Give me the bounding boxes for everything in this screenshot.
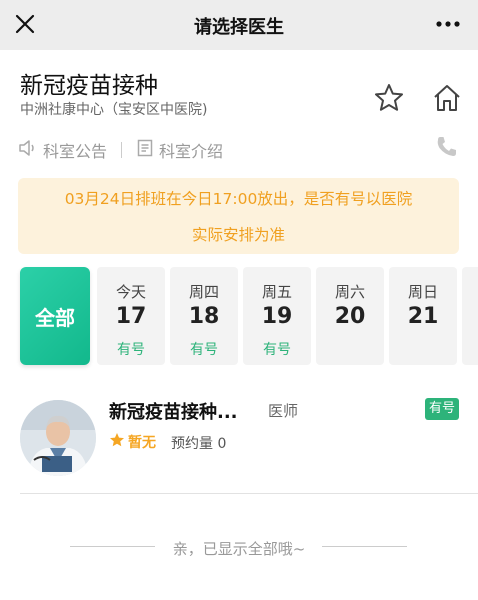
page-title: 请选择医生 xyxy=(194,17,284,38)
notice-line-2: 实际安排为准 xyxy=(191,226,285,244)
day-date: 19 xyxy=(261,304,293,329)
department-links: 科室公告 科室介绍 xyxy=(18,138,223,162)
navigation-bar: 请选择医生 xyxy=(0,0,478,50)
tab-all-days[interactable]: 全部 xyxy=(20,267,90,365)
announcement-link[interactable]: 科室公告 xyxy=(18,138,107,162)
hospital-name: 中洲社康中心（宝安区中医院) xyxy=(20,102,208,118)
star-icon[interactable] xyxy=(373,82,405,114)
day-tab-sunday[interactable]: 周日 21 xyxy=(389,267,457,365)
day-label: 周日 xyxy=(407,283,438,301)
intro-link[interactable]: 科室介绍 xyxy=(136,138,223,162)
day-label: 周五 xyxy=(261,283,292,301)
day-date: 17 xyxy=(115,304,147,329)
clinic-name: 新冠疫苗接种 xyxy=(20,73,158,99)
doctor-title: 医师 xyxy=(268,402,299,420)
home-icon[interactable] xyxy=(431,82,463,114)
list-divider xyxy=(20,493,478,494)
announcement-label: 科室公告 xyxy=(43,142,108,161)
day-date: 21 xyxy=(407,304,439,329)
notice-line-1: 03月24日排班在今日17:00放出，是否有号以医院 xyxy=(64,190,413,208)
day-tab-friday[interactable]: 周五 19 有号 xyxy=(243,267,311,365)
rating-text: 暂无 xyxy=(128,435,156,451)
day-tab-saturday[interactable]: 周六 20 xyxy=(316,267,384,365)
day-label: 周四 xyxy=(188,283,219,301)
doctor-avatar xyxy=(20,400,96,476)
day-tab-today[interactable]: 今天 17 有号 xyxy=(97,267,165,365)
day-label: 周六 xyxy=(334,283,365,301)
end-of-list-text: 亲，已显示全部哦~ xyxy=(172,540,306,558)
day-status: 有号 xyxy=(263,342,291,358)
schedule-notice: 03月24日排班在今日17:00放出，是否有号以医院 实际安排为准 xyxy=(18,178,459,254)
link-divider xyxy=(121,142,123,158)
availability-badge: 有号 xyxy=(425,398,459,420)
doctor-name: 新冠疫苗接种... xyxy=(109,402,238,423)
day-date: 18 xyxy=(188,304,220,329)
intro-label: 科室介绍 xyxy=(159,142,224,161)
doctor-rating: 暂无 xyxy=(109,432,156,452)
document-icon xyxy=(136,139,159,161)
day-status: 有号 xyxy=(190,342,218,358)
day-tab-next[interactable] xyxy=(462,267,478,365)
more-icon[interactable] xyxy=(434,14,462,34)
day-tab-thursday[interactable]: 周四 18 有号 xyxy=(170,267,238,365)
day-date: 20 xyxy=(334,304,366,329)
booking-count: 预约量 0 xyxy=(171,436,227,452)
rating-star-icon xyxy=(109,432,125,452)
doctor-list-item[interactable]: 新冠疫苗接种... 医师 有号 暂无 预约量 0 xyxy=(0,385,478,485)
day-status: 有号 xyxy=(117,342,145,358)
speaker-icon xyxy=(18,139,43,161)
day-label: 今天 xyxy=(115,283,146,301)
phone-icon[interactable] xyxy=(434,134,460,160)
